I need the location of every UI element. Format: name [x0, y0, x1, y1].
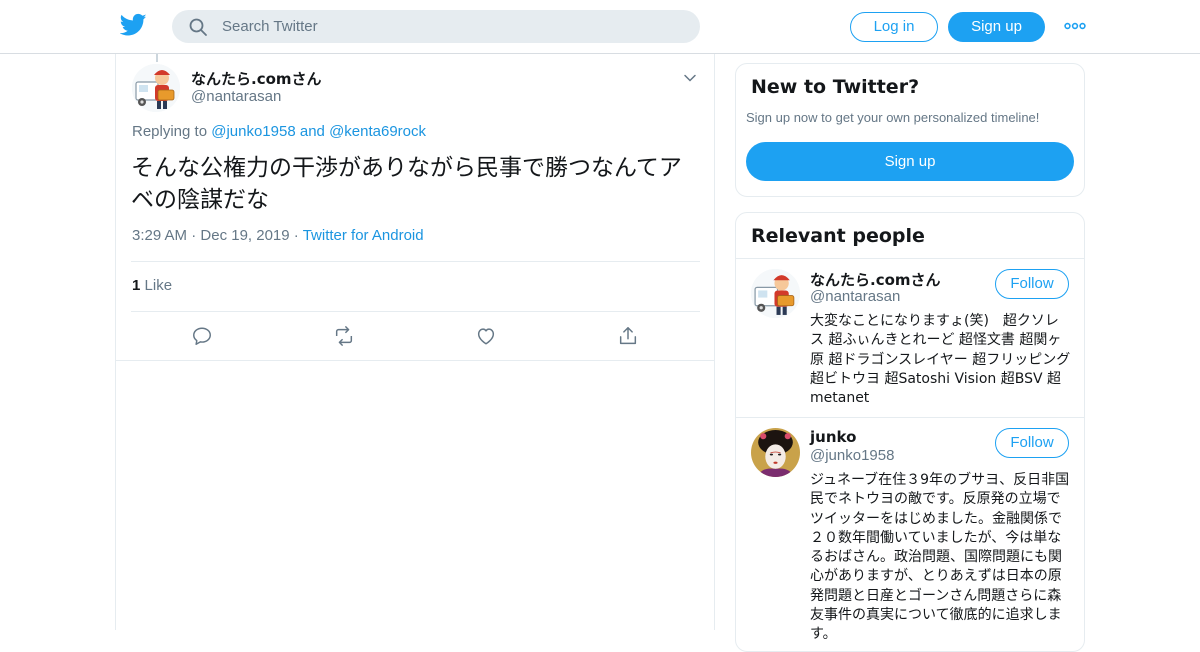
reply-icon[interactable]: [191, 325, 213, 347]
new-to-twitter-card: New to Twitter? Sign up now to get your …: [735, 63, 1085, 197]
separator-dot: ·: [191, 227, 201, 244]
retweet-icon[interactable]: [333, 325, 355, 347]
search-icon: [189, 18, 207, 36]
tweet-author-handle[interactable]: @nantarasan: [191, 88, 281, 105]
relevant-people-card: Relevant people なんたら.comさん @nantarasan F…: [735, 212, 1085, 652]
mention-link[interactable]: @junko1958: [211, 123, 295, 140]
follow-button[interactable]: Follow: [995, 428, 1069, 458]
like-stats[interactable]: 1 Like: [132, 277, 172, 294]
person-name[interactable]: なんたら.comさん: [810, 269, 941, 290]
card-title: Relevant people: [751, 225, 925, 247]
search-box[interactable]: [172, 10, 700, 43]
follow-button[interactable]: Follow: [995, 269, 1069, 299]
tweet-metadata: 3:29 AM · Dec 19, 2019 · Twitter for And…: [132, 227, 424, 244]
like-label: Like: [144, 277, 173, 294]
signup-button[interactable]: Sign up: [746, 142, 1074, 181]
tweet-author-name[interactable]: なんたら.comさん: [191, 68, 322, 89]
person-item[interactable]: なんたら.comさん @nantarasan Follow 大変なことになります…: [736, 259, 1084, 417]
card-subtitle: Sign up now to get your own personalized…: [746, 110, 1040, 125]
like-count: 1: [132, 277, 141, 294]
more-dots-icon[interactable]: [1064, 18, 1086, 34]
like-icon[interactable]: [475, 325, 497, 347]
card-title: New to Twitter?: [751, 76, 920, 98]
tweet-detail: なんたら.comさん @nantarasan Replying to @junk…: [115, 54, 715, 630]
person-item[interactable]: junko @junko1958 Follow ジュネーブ在住３9年のブサヨ、反…: [736, 418, 1084, 651]
person-name[interactable]: junko: [810, 428, 856, 446]
geisha-avatar-icon: [751, 428, 800, 477]
person-bio: 大変なことになりますょ(笑) 超クソレス 超ふぃんきとれーど 超怪文書 超関ヶ原…: [810, 313, 1071, 407]
signup-button[interactable]: Sign up: [948, 12, 1045, 42]
divider: [131, 261, 700, 262]
delivery-truck-avatar-icon: [132, 64, 180, 112]
chevron-down-icon[interactable]: [682, 70, 698, 86]
person-bio: ジュネーブ在住３9年のブサヨ、反日非国民でネトウヨの敵です。反原発の立場でツイッ…: [810, 472, 1070, 643]
delivery-truck-avatar-icon: [751, 269, 800, 318]
replying-prefix: Replying to: [132, 123, 208, 140]
thread-connector: [156, 54, 158, 62]
divider: [131, 311, 700, 312]
person-handle[interactable]: @junko1958: [810, 447, 894, 464]
separator-dot: ·: [293, 227, 303, 244]
twitter-bird-icon[interactable]: [120, 13, 147, 37]
person-handle[interactable]: @nantarasan: [810, 288, 900, 305]
login-button[interactable]: Log in: [850, 12, 938, 42]
replying-and[interactable]: and: [300, 123, 325, 140]
avatar[interactable]: [751, 269, 800, 318]
tweet-date[interactable]: Dec 19, 2019: [200, 227, 289, 244]
replying-to: Replying to @junko1958 and @kenta69rock: [132, 123, 426, 140]
divider: [116, 360, 714, 361]
avatar[interactable]: [132, 64, 180, 112]
tweet-source-link[interactable]: Twitter for Android: [303, 227, 424, 244]
search-input[interactable]: [222, 10, 682, 43]
avatar[interactable]: [751, 428, 800, 477]
tweet-text: そんな公権力の干渉がありながら民事で勝つなんてアベの陰謀だな: [131, 155, 682, 213]
tweet-time[interactable]: 3:29 AM: [132, 227, 187, 244]
share-icon[interactable]: [617, 325, 639, 347]
top-navigation-bar: Log in Sign up: [0, 0, 1200, 54]
mention-link[interactable]: @kenta69rock: [329, 123, 426, 140]
